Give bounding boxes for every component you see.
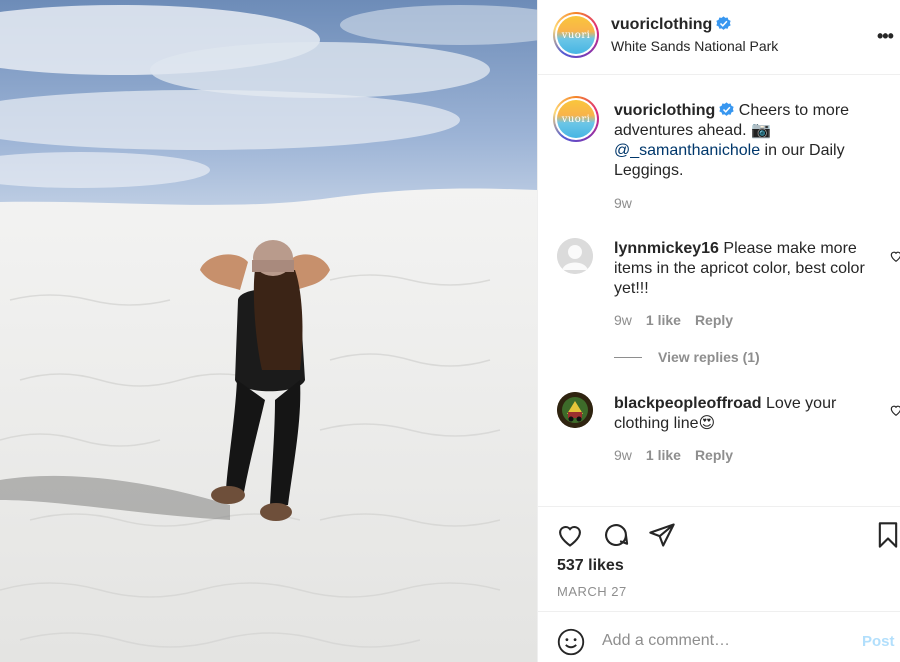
verified-badge-icon — [716, 16, 731, 30]
verified-badge-icon — [719, 102, 734, 116]
comment-meta: 9w 1 like Reply — [614, 312, 733, 328]
comment-likes[interactable]: 1 like — [646, 447, 681, 463]
emoji-icon[interactable] — [557, 628, 585, 656]
comment-meta: 9w 1 like Reply — [614, 447, 733, 463]
comment-username[interactable]: lynnmickey16 — [614, 240, 719, 257]
author-username-row[interactable]: vuoriclothing — [611, 16, 731, 34]
comment-age[interactable]: 9w — [614, 447, 632, 463]
comment-icon[interactable] — [602, 521, 630, 549]
view-replies-label[interactable]: View replies (1) — [658, 349, 760, 365]
comment-age[interactable]: 9w — [614, 312, 632, 328]
comment-text: lynnmickey16 Please make more items in t… — [614, 239, 876, 299]
post-photo[interactable] — [0, 0, 537, 662]
replies-divider-line — [614, 356, 642, 358]
caption-meta: 9w — [614, 195, 632, 211]
comments-section[interactable]: vuori vuoriclothing Cheers to more adven… — [538, 76, 900, 506]
default-avatar-icon — [557, 238, 593, 274]
more-options-icon[interactable]: ••• — [877, 26, 894, 47]
comment-reply-button[interactable]: Reply — [695, 312, 733, 328]
bookmark-icon[interactable] — [874, 521, 900, 549]
post-image — [0, 0, 537, 662]
post-location[interactable]: White Sands National Park — [611, 38, 778, 54]
offroad-logo-icon — [557, 392, 593, 428]
author-avatar[interactable]: vuori — [553, 12, 599, 58]
share-icon[interactable] — [648, 521, 676, 549]
view-replies-button[interactable]: View replies (1) — [614, 349, 760, 365]
caption-text: vuoriclothing Cheers to more adventures … — [614, 101, 876, 181]
commenter-avatar[interactable] — [557, 392, 593, 428]
author-username[interactable]: vuoriclothing — [611, 16, 712, 33]
post-actions: 537 likes MARCH 27 — [538, 506, 900, 611]
caption-avatar[interactable]: vuori — [553, 96, 599, 142]
post-header: vuori vuoriclothing White Sands National… — [538, 0, 900, 75]
comment-likes[interactable]: 1 like — [646, 312, 681, 328]
post-comment-button[interactable]: Post — [862, 633, 895, 650]
caption-username[interactable]: vuoriclothing — [614, 102, 715, 119]
comment-like-heart-icon[interactable] — [889, 249, 900, 263]
post-detail-panel: vuori vuoriclothing White Sands National… — [537, 0, 900, 662]
caption-mention-link[interactable]: @_samanthanichole — [614, 142, 760, 159]
comment-username[interactable]: blackpeopleoffroad — [614, 395, 762, 412]
post-date[interactable]: MARCH 27 — [557, 584, 627, 599]
avatar-logo: vuori — [557, 16, 595, 54]
caption-age[interactable]: 9w — [614, 195, 632, 211]
comment-like-heart-icon[interactable] — [889, 403, 900, 417]
avatar-logo: vuori — [557, 100, 595, 138]
likes-count[interactable]: 537 likes — [557, 557, 624, 575]
comment-text: blackpeopleoffroad Love your clothing li… — [614, 394, 876, 434]
comment-input[interactable] — [602, 626, 832, 656]
commenter-avatar[interactable] — [557, 238, 593, 274]
heart-icon[interactable] — [556, 521, 584, 549]
add-comment-bar: Post — [538, 611, 900, 662]
comment-reply-button[interactable]: Reply — [695, 447, 733, 463]
